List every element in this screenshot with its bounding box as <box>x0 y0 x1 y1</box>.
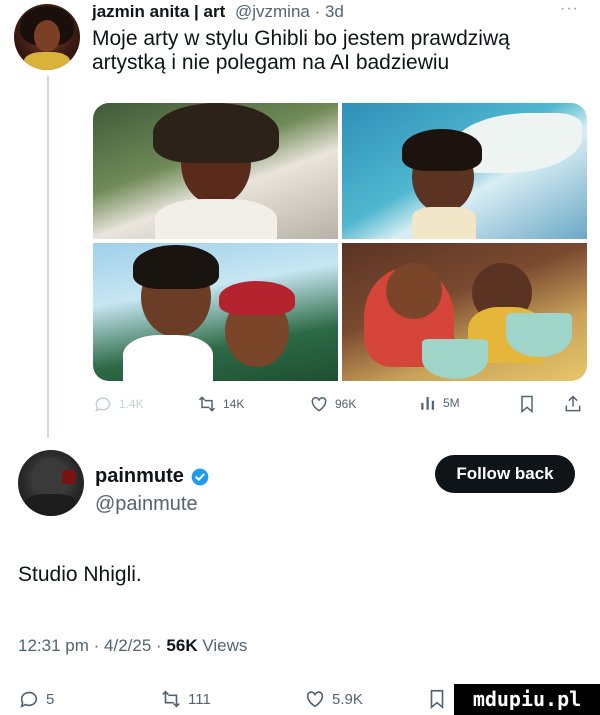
quoted-retweet-count: 14K <box>223 397 245 411</box>
quoted-tweet[interactable]: jazmin anita | art @jvzmina · 3d ··· Moj… <box>0 0 600 438</box>
bookmark-icon <box>430 689 444 710</box>
quoted-bookmark-button[interactable] <box>517 394 537 414</box>
quoted-reply-button[interactable]: 1.4K <box>93 394 144 414</box>
reply-icon <box>20 691 38 708</box>
media-image-1[interactable] <box>93 103 338 239</box>
share-icon <box>565 395 581 412</box>
analytics-icon <box>421 397 434 410</box>
quoted-tweet-text: Moje arty w stylu Ghibli bo jestem prawd… <box>92 27 510 74</box>
retweet-icon <box>162 690 180 708</box>
quoted-like-button[interactable]: 96K <box>309 394 356 414</box>
reply-tweet-meta: 12:31 pm · 4/2/25 · 56K Views <box>18 636 247 656</box>
thread-connector-line <box>47 76 49 438</box>
reply-icon <box>95 397 111 413</box>
reply-handle[interactable]: @painmute <box>95 493 198 516</box>
quoted-share-button[interactable] <box>563 394 583 414</box>
retweet-icon <box>198 396 216 412</box>
avatar-accent <box>62 470 76 484</box>
tweet-time[interactable]: 12:31 pm <box>18 636 89 655</box>
heart-icon <box>306 691 324 708</box>
quoted-views-button[interactable]: 5M <box>419 394 460 412</box>
quoted-action-bar: 1.4K 14K 96K 5M <box>93 394 593 418</box>
painmute-avatar[interactable] <box>18 450 84 516</box>
meta-separator: · <box>156 636 167 655</box>
meta-separator: · <box>93 636 105 655</box>
reply-like-count: 5.9K <box>332 690 363 708</box>
quoted-handle-meta[interactable]: @jvzmina · 3d <box>235 2 344 21</box>
site-watermark: mdupiu.pl <box>454 684 600 715</box>
avatar-face <box>34 20 60 52</box>
quoted-views-count: 5M <box>443 396 460 410</box>
more-options-icon[interactable]: ··· <box>560 0 579 18</box>
quoted-reply-count: 1.4K <box>119 397 144 411</box>
quoted-like-count: 96K <box>335 397 357 411</box>
media-grid <box>93 103 587 381</box>
tweet-date[interactable]: 4/2/25 <box>104 636 151 655</box>
follow-back-button[interactable]: Follow back <box>435 455 575 493</box>
bookmark-icon <box>521 395 533 414</box>
jazmin-avatar[interactable] <box>14 4 80 70</box>
tweet-views-count: 56K <box>166 636 198 655</box>
quoted-tweet-header: jazmin anita | art @jvzmina · 3d <box>92 2 344 22</box>
reply-retweet-button[interactable]: 111 <box>160 688 211 710</box>
avatar-shirt <box>24 52 70 70</box>
quoted-display-name[interactable]: jazmin anita | art <box>92 2 225 21</box>
media-image-4[interactable] <box>342 243 587 381</box>
reply-display-name[interactable]: painmute <box>95 465 184 488</box>
reply-author-name-row: painmute <box>95 465 210 488</box>
media-image-2[interactable] <box>342 103 587 239</box>
tweet-views-label: Views <box>202 636 248 655</box>
verified-badge-icon <box>191 468 209 485</box>
reply-reply-count: 5 <box>46 690 55 708</box>
reply-retweet-count: 111 <box>188 690 211 708</box>
quoted-retweet-button[interactable]: 14K <box>197 394 244 414</box>
heart-icon <box>311 396 327 412</box>
reply-tweet-text: Studio Nhigli. <box>18 563 142 586</box>
reply-like-button[interactable]: 5.9K <box>304 688 363 710</box>
avatar-body <box>24 494 78 516</box>
media-image-3[interactable] <box>93 243 338 381</box>
reply-reply-button[interactable]: 5 <box>18 688 54 710</box>
